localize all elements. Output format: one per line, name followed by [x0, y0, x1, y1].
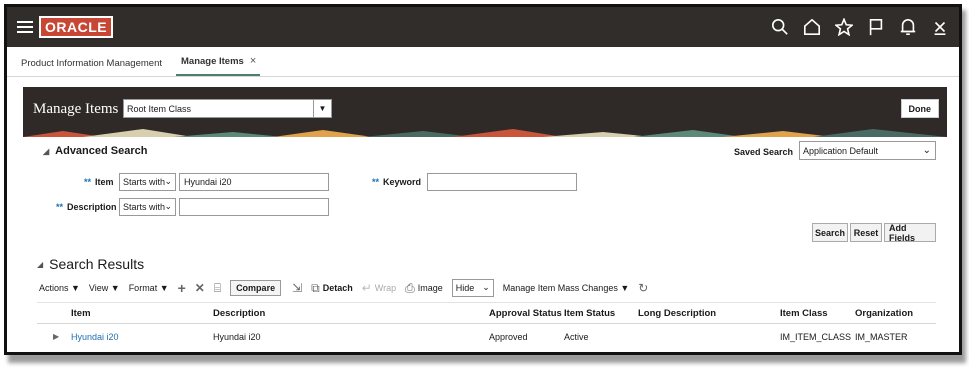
collapse-triangle-icon[interactable]: ◢ — [37, 260, 43, 269]
home-icon[interactable] — [803, 18, 821, 36]
required-mark: ** — [56, 202, 64, 212]
app-window: ORACLE Product Information Management Ma… — [4, 4, 962, 355]
tab-manage-items[interactable]: Manage Items × — [176, 55, 261, 76]
done-button[interactable]: Done — [900, 99, 939, 118]
expand-row-icon[interactable]: ▶ — [53, 332, 59, 341]
chevron-down-icon: ⌄ — [164, 201, 172, 211]
column-header-approval-status[interactable]: Approval Status — [489, 308, 562, 319]
compare-button[interactable]: Compare — [230, 280, 282, 296]
reset-button[interactable]: Reset — [850, 223, 882, 242]
detach-icon: ⧉ — [311, 280, 320, 295]
bell-icon[interactable] — [899, 18, 917, 36]
add-fields-button[interactable]: Add Fields — [884, 223, 936, 243]
item-class-value: Root Item Class — [127, 103, 192, 114]
description-operator-select[interactable]: Starts with ⌄ — [119, 198, 176, 216]
cell-organization: IM_MASTER — [855, 332, 908, 342]
tab-bar: Product Information Management Manage It… — [7, 47, 959, 77]
item-label-text: Item — [95, 177, 114, 187]
column-header-item-class[interactable]: Item Class — [780, 308, 828, 319]
column-header-item[interactable]: Item — [71, 308, 91, 319]
oracle-logo[interactable]: ORACLE — [39, 16, 114, 38]
item-operator-value: Starts with — [123, 177, 166, 187]
image-button[interactable]: ⎙ Image — [405, 281, 443, 296]
edit-icon[interactable]: ⌸ — [214, 281, 221, 296]
flag-icon[interactable] — [867, 18, 885, 36]
wrap-icon: ↵ — [361, 281, 372, 295]
results-toolbar: Actions ▼ View ▼ Format ▼ + ✕ ⌸ Compare … — [39, 278, 657, 298]
chevron-down-icon: ⌄ — [922, 145, 931, 156]
description-label: ** Description — [56, 202, 117, 212]
saved-search-value: Application Default — [803, 145, 879, 156]
saved-search-select[interactable]: Application Default ⌄ — [799, 141, 936, 160]
column-header-long-description[interactable]: Long Description — [638, 308, 716, 319]
search-button[interactable]: Search — [812, 223, 848, 242]
collapse-triangle-icon[interactable]: ◢ — [43, 147, 49, 156]
item-class-select[interactable]: Root Item Class ▼ — [123, 99, 332, 118]
image-icon: ⎙ — [405, 280, 415, 295]
chevron-down-icon: ⌄ — [164, 176, 172, 186]
tab-product-information-management[interactable]: Product Information Management — [21, 58, 169, 76]
image-label: Image — [417, 283, 443, 293]
image-visibility-select[interactable]: Hide ⌄ — [451, 279, 494, 297]
wrap-label: Wrap — [374, 283, 397, 293]
page-header: Manage Items Root Item Class ▼ Done — [23, 87, 947, 137]
column-header-description[interactable]: Description — [213, 308, 265, 319]
required-mark: ** — [84, 177, 92, 187]
search-results-heading[interactable]: ◢ Search Results — [37, 256, 144, 272]
description-operator-value: Starts with — [123, 202, 166, 212]
image-visibility-value: Hide — [455, 283, 475, 293]
keyword-input[interactable] — [427, 173, 577, 191]
description-label-text: Description — [67, 202, 117, 212]
search-results-title: Search Results — [49, 256, 145, 272]
page-title: Manage Items — [33, 101, 119, 117]
add-icon[interactable]: + — [178, 280, 186, 296]
star-icon[interactable] — [835, 18, 853, 36]
table-row[interactable]: ▶ Hyundai i20 Hyundai i20 Approved Activ… — [37, 327, 936, 349]
decorative-banner — [23, 129, 947, 137]
menu-icon[interactable] — [17, 21, 33, 33]
item-operator-select[interactable]: Starts with ⌄ — [119, 173, 176, 191]
required-mark: ** — [372, 177, 380, 187]
freeze-icon[interactable]: ⇲ — [292, 281, 302, 295]
global-icons — [771, 7, 949, 47]
view-menu[interactable]: View ▼ — [89, 283, 120, 293]
tab-label: Manage Items — [181, 55, 244, 67]
saved-search-label: Saved Search — [734, 147, 794, 157]
format-menu[interactable]: Format ▼ — [129, 283, 169, 293]
search-icon[interactable] — [771, 18, 789, 36]
item-link[interactable]: Hyundai i20 — [71, 332, 119, 342]
wrap-button[interactable]: ↵ Wrap — [362, 281, 396, 295]
cell-item-status: Active — [564, 332, 589, 342]
chevron-down-icon: ⌄ — [482, 282, 490, 292]
advanced-search-title: Advanced Search — [55, 145, 148, 157]
column-header-organization[interactable]: Organization — [855, 308, 913, 319]
detach-button[interactable]: ⧉ Detach — [311, 281, 353, 296]
close-icon[interactable]: × — [250, 55, 256, 67]
detach-label: Detach — [322, 283, 353, 293]
table-header: Item Description Approval Status Item St… — [37, 302, 936, 324]
description-input[interactable] — [179, 198, 329, 216]
user-icon[interactable] — [931, 18, 949, 36]
cell-description: Hyundai i20 — [213, 332, 261, 342]
advanced-search-heading[interactable]: ◢ Advanced Search — [43, 145, 147, 157]
keyword-label: ** Keyword — [372, 177, 421, 187]
item-label: ** Item — [84, 177, 114, 187]
global-header: ORACLE — [7, 7, 959, 47]
column-header-item-status[interactable]: Item Status — [564, 308, 615, 319]
cell-item-class: IM_ITEM_CLASS — [780, 332, 852, 342]
item-input[interactable]: Hyundai i20 — [179, 173, 329, 191]
actions-menu[interactable]: Actions ▼ — [39, 283, 80, 293]
dropdown-arrow-icon[interactable]: ▼ — [313, 100, 331, 117]
delete-icon[interactable]: ✕ — [195, 281, 205, 295]
keyword-label-text: Keyword — [383, 177, 422, 187]
mass-changes-menu[interactable]: Manage Item Mass Changes ▼ — [503, 283, 629, 293]
refresh-icon[interactable]: ↻ — [638, 281, 648, 295]
cell-approval-status: Approved — [489, 332, 528, 342]
